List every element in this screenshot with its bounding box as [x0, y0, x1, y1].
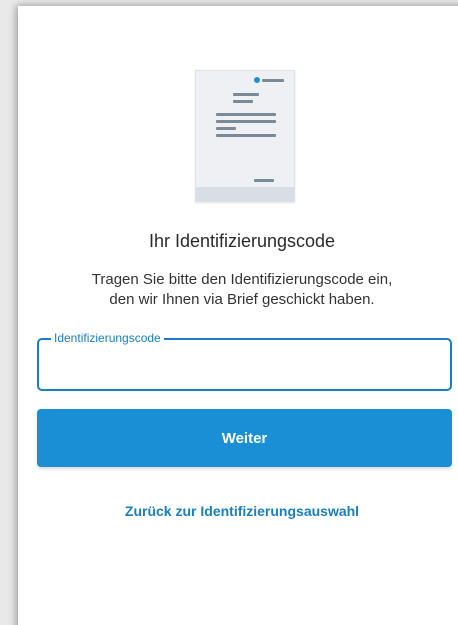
identification-code-input[interactable]: [39, 340, 450, 389]
instruction-line-1: Tragen Sie bitte den Identifizierungscod…: [91, 271, 393, 288]
document-line: [216, 134, 276, 137]
document-line: [233, 100, 253, 103]
back-to-identification-selection-link[interactable]: Zurück zur Identifizierungsauswahl: [18, 503, 458, 519]
identification-card: Ihr Identifizierungscode Tragen Sie bitt…: [18, 6, 458, 625]
document-line: [262, 79, 284, 82]
instruction-text: Tragen Sie bitte den Identifizierungscod…: [38, 270, 446, 310]
page-title: Ihr Identifizierungscode: [148, 231, 336, 251]
continue-button[interactable]: Weiter: [37, 409, 452, 467]
document-line: [216, 113, 276, 116]
page: Ihr Identifizierungscode Tragen Sie bitt…: [0, 0, 458, 625]
document-line: [254, 179, 274, 182]
letter-document-icon: [195, 70, 295, 202]
document-footer: [196, 187, 294, 201]
document-line: [216, 127, 236, 130]
document-accent-dot: [254, 77, 260, 83]
instruction-line-2: den wir Ihnen via Brief geschickt haben.: [109, 291, 375, 308]
identification-code-field: Identifizierungscode: [37, 331, 452, 391]
document-line: [216, 120, 276, 123]
document-line: [233, 93, 259, 96]
